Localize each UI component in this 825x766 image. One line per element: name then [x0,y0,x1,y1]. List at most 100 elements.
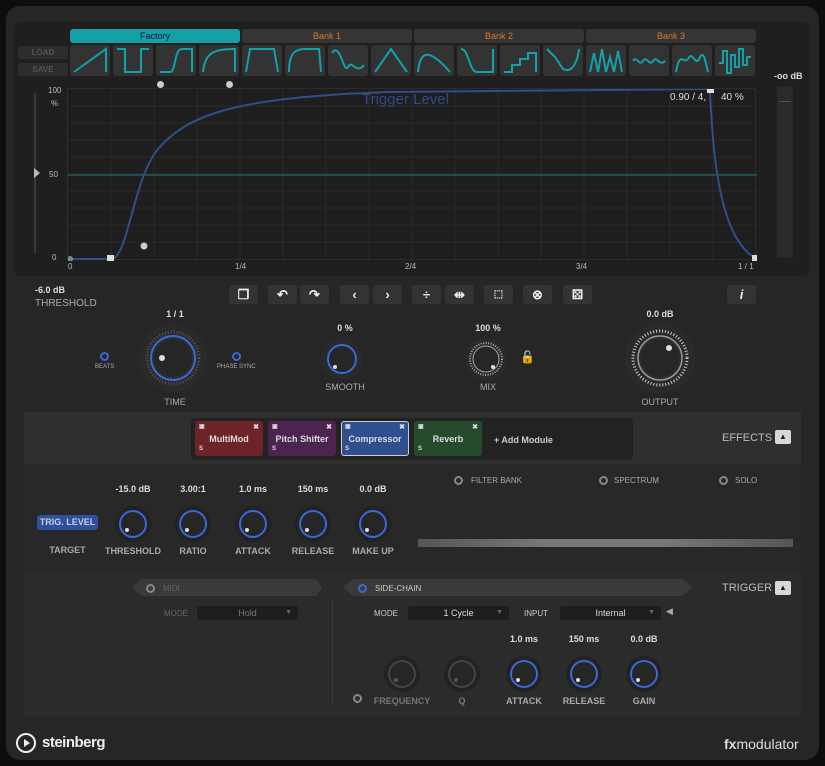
bank-tab-2[interactable]: Bank 2 [414,29,584,43]
sc-frequency-knob[interactable] [384,656,420,692]
redo-button[interactable]: ↷ [300,285,329,304]
comp-make-up-knob[interactable] [355,506,391,542]
close-icon[interactable]: ✖ [399,410,405,445]
smooth-knob[interactable] [320,337,364,381]
target-label: TARGET [49,545,86,555]
curve-handle-top-1[interactable] [157,81,164,88]
module-compressor[interactable]: Compressor ✖ ▣ S [341,421,409,456]
mix-lock-icon[interactable]: 🔓 [520,350,535,364]
smooth-value: 0 % [337,323,353,333]
module-multimod[interactable]: MultiMod ✖ ▣ S [195,421,263,456]
load-button[interactable]: LOAD [18,46,68,59]
sc-input-select[interactable]: Internal ▼ [560,606,661,620]
effects-title: EFFECTS [722,432,773,444]
randomize-button[interactable]: ⚄ [563,285,592,304]
curve-graph[interactable] [67,86,759,262]
sc-gain-knob[interactable] [626,656,662,692]
sine-icon [331,49,365,70]
module-pitch-shifter[interactable]: Pitch Shifter ✖ ▣ S [268,421,336,456]
shape-preset-random-steps[interactable] [715,45,755,76]
flip-horizontal-button[interactable]: ⇹ [445,285,474,304]
stairs-icon [504,52,537,73]
phase-sync-radio[interactable] [232,352,241,361]
effects-collapse-button[interactable]: ▲ [775,430,791,444]
duplicate-button[interactable]: ❐ [229,285,258,304]
bank-tab-1[interactable]: Bank 1 [242,29,412,43]
output-knob[interactable] [622,322,698,394]
speaker-icon[interactable]: ◀ [666,606,673,617]
shape-preset-triangle[interactable] [371,45,411,76]
previous-button[interactable]: ‹ [340,285,369,304]
sc-q-knob[interactable] [444,656,480,692]
mix-knob[interactable] [464,337,508,381]
add-module-button[interactable]: + Add Module [494,435,553,445]
bank-tab-factory[interactable]: Factory [70,29,240,43]
flip-vertical-button[interactable]: ÷ [412,285,441,304]
shape-preset-ramp-up[interactable] [70,45,110,76]
close-icon[interactable]: ✖ [326,410,332,445]
sc-attack-knob[interactable] [506,656,542,692]
shape-preset-square-gate[interactable] [113,45,153,76]
meter-label: -oo dB [774,71,803,81]
close-icon[interactable]: ✖ [253,410,259,445]
beats-label: BEATS [95,364,115,370]
shape-preset-rounded-trapezoid[interactable] [285,45,325,76]
solo-icon[interactable]: S [345,432,349,467]
time-knob[interactable] [133,324,213,396]
solo-icon[interactable]: S [199,432,203,467]
shape-preset-stairs[interactable] [500,45,540,76]
spectrum-radio[interactable] [599,476,608,485]
view-button[interactable]: ⬚ [484,285,513,304]
comp-attack-knob[interactable] [235,506,271,542]
shape-preset-sine[interactable] [328,45,368,76]
sc-release-knob[interactable] [566,656,602,692]
save-button[interactable]: SAVE [18,63,68,76]
next-button[interactable]: › [373,285,402,304]
sc-mode-select[interactable]: 1 Cycle ▼ [408,606,509,620]
shape-preset-rise-fall[interactable] [414,45,454,76]
shape-preset-random-peaks[interactable] [672,45,712,76]
side-chain-radio[interactable] [358,584,367,593]
sc-gain-label: GAIN [632,696,656,706]
shape-preset-step-down-curve[interactable] [543,45,583,76]
dropdown-arrow-icon: ▼ [285,609,292,616]
shape-preset-fall-notch[interactable] [457,45,497,76]
beats-radio[interactable] [100,352,109,361]
shape-preset-trapezoid[interactable] [242,45,282,76]
shape-preset-log-rise[interactable] [199,45,239,76]
filter-enable-radio[interactable] [353,694,362,703]
bank-tab-3[interactable]: Bank 3 [586,29,756,43]
midi-tab[interactable] [132,579,322,596]
filter-bank-radio[interactable] [454,476,463,485]
solo-radio[interactable] [719,476,728,485]
solo-icon[interactable]: S [272,432,276,467]
trigger-divider [332,601,333,706]
threshold-slider-handle[interactable] [34,168,40,178]
comp-ratio-knob[interactable] [175,506,211,542]
solo-icon[interactable]: S [418,432,422,467]
midi-mode-select[interactable]: Hold ▼ [197,606,298,620]
comp-threshold-knob[interactable] [115,506,151,542]
trigger-collapse-button[interactable]: ▲ [775,581,791,595]
curve-node [707,86,714,93]
shape-preset-wobble[interactable] [629,45,669,76]
curve-svg[interactable] [67,86,759,262]
curve-handle-top-2[interactable] [226,81,233,88]
fall-notch-icon [460,48,494,73]
info-button[interactable]: i [727,285,756,304]
module-reverb[interactable]: Reverb ✖ ▣ S [414,421,482,456]
midi-radio[interactable] [146,584,155,593]
undo-button[interactable]: ↶ [268,285,297,304]
output-label: OUTPUT [641,397,679,407]
phase-sync-label: PHASE SYNC [217,364,256,370]
comp-release-knob[interactable] [295,506,331,542]
close-icon[interactable]: ✖ [472,410,478,445]
trig-level-button[interactable]: TRIG. LEVEL [37,515,98,530]
time-label: TIME [164,397,186,407]
shape-preset-s-curve-rise[interactable] [156,45,196,76]
sc-mode-label: MODE [374,609,398,618]
shape-preset-sawtooth-burst[interactable] [586,45,626,76]
mix-label: MIX [479,382,496,392]
clear-button[interactable]: ⊗ [523,285,552,304]
comp-threshold-value: -15.0 dB [115,484,151,494]
